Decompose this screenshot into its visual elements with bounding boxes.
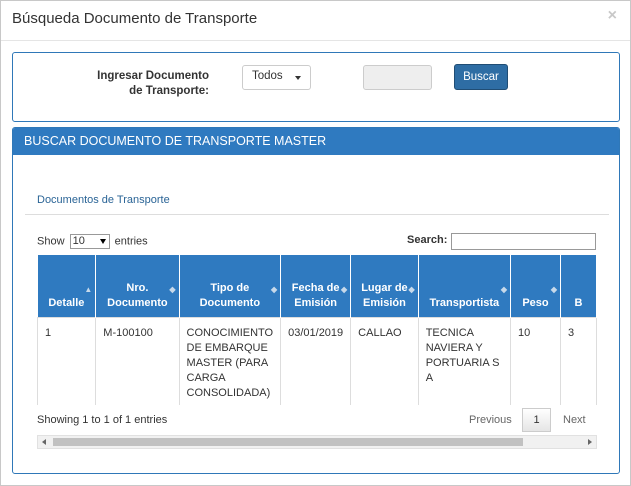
table-row: 1 M-100100 CONOCIMIENTO DE EMBARQUE MAST… [37,316,597,405]
horizontal-scrollbar[interactable] [37,435,597,449]
search-panel: Ingresar Documento de Transporte: Todos … [12,52,620,122]
results-panel: BUSCAR DOCUMENTO DE TRANSPORTE MASTER Do… [12,127,620,474]
table-cell: 10 [509,316,561,405]
column-header-transportista[interactable]: Transportista ◆ [418,255,511,317]
chevron-down-icon [99,239,106,244]
scroll-right-icon[interactable] [588,439,592,445]
document-filter-select[interactable]: Todos [242,65,311,90]
modal-title: Búsqueda Documento de Transporte [12,10,258,27]
column-header-nro-documento[interactable]: Nro. Documento ◆ [95,255,180,317]
close-icon[interactable]: × [608,7,617,25]
entries-label: entries [114,235,148,248]
column-label: Lugar de Emisión [361,281,408,309]
table-cell: 03/01/2019 [280,316,352,405]
page-length-select[interactable]: 10 [69,234,110,249]
sort-icon: ◆ [169,285,176,294]
sort-icon: ◆ [408,285,415,294]
page-length-value: 10 [72,235,85,247]
show-entries-control: Show 10 entries [37,234,148,249]
table-header-row: Detalle ▲ Nro. Documento ◆ Tipo de Documen… [37,255,597,317]
documents-table: Detalle ▲ Nro. Documento ◆ Tipo de Documen… [37,255,597,405]
table-cell: M-100100 [95,316,180,405]
column-label: B [574,296,583,309]
show-label: Show [37,235,65,248]
column-label: Tipo de Documento [199,281,261,309]
tab-documentos-transporte[interactable]: Documentos de Transporte [37,194,170,206]
column-label: Transportista [429,296,500,309]
scroll-left-icon[interactable] [42,439,46,445]
column-label: Detalle [48,296,85,309]
sort-icon: ◆ [341,285,348,294]
buscar-button[interactable]: Buscar [454,64,508,90]
column-header-lugar-emision[interactable]: Lugar de Emisión ◆ [350,255,419,317]
column-label: Nro. Documento [107,281,168,309]
table-info: Showing 1 to 1 of 1 entries [37,414,168,426]
table-search-label: Search: [407,234,448,246]
sort-icon: ▲ [84,285,93,294]
sort-icon: ◆ [500,285,507,294]
document-search-label: Ingresar Documento de Transporte: [97,70,209,97]
table-cell: CALLAO [350,316,419,405]
column-header-fecha-emision[interactable]: Fecha de Emisión ◆ [280,255,352,317]
page-1-button[interactable]: 1 [522,408,551,432]
modal-dialog: Búsqueda Documento de Transporte × Ingre… [0,0,631,486]
results-heading: BUSCAR DOCUMENTO DE TRANSPORTE MASTER [13,128,619,155]
column-header-detalle[interactable]: Detalle ▲ [37,255,97,317]
table-cell: 3 [559,316,597,405]
column-header-peso[interactable]: Peso ◆ [510,255,561,317]
table-scroll-area: Detalle ▲ Nro. Documento ◆ Tipo de Documen… [37,255,597,405]
sort-icon: ◆ [270,285,278,294]
table-search-input[interactable] [451,233,596,250]
document-number-input[interactable] [363,65,432,90]
previous-button[interactable]: Previous [469,414,512,426]
sort-icon: ◆ [550,285,557,294]
next-button[interactable]: Next [563,414,586,426]
scrollbar-thumb[interactable] [53,438,523,446]
column-header-b[interactable]: B [560,255,597,317]
detalle-link[interactable]: 1 [37,316,97,405]
caret-down-icon [295,76,301,80]
table-cell: CONOCIMIENTO DE EMBARQUE MASTER (PARA CA… [178,316,282,405]
modal-header: Búsqueda Documento de Transporte × [1,1,630,41]
document-filter-value: Todos [252,70,283,82]
column-label: Peso [522,296,549,309]
column-label: Fecha de Emisión [291,281,340,309]
table-cell: TECNICA NAVIERA Y PORTUARIA S A [417,316,511,405]
column-header-tipo-documento[interactable]: Tipo de Documento ◆ [179,255,282,317]
tab-divider [25,214,609,215]
